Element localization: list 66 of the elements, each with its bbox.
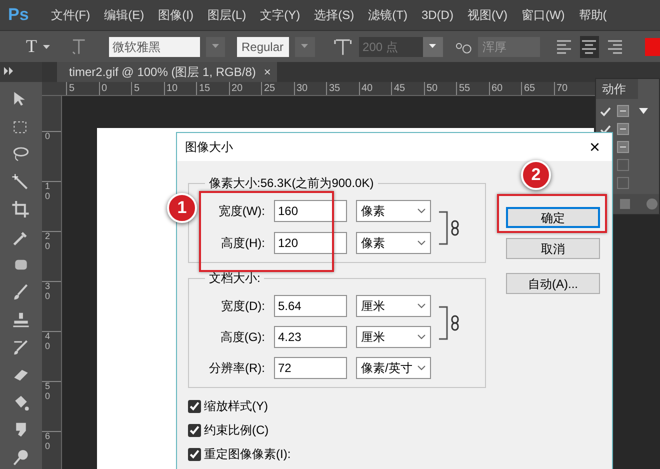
dialog-button[interactable]: 自动(A)... (506, 273, 600, 294)
font-style-field[interactable]: Regular (237, 36, 289, 56)
ruler-label: 40 (358, 82, 391, 95)
ruler-label: 0 (98, 82, 131, 95)
menu-item[interactable]: 3D(D) (421, 6, 454, 24)
ruler-label: 15 (196, 82, 228, 95)
ruler-label: 10 (45, 182, 50, 202)
app-logo: Ps (8, 4, 29, 26)
field-label: 宽度(W): (217, 203, 265, 220)
menu-item[interactable]: 编辑(E) (104, 6, 144, 24)
ruler-label: 45 (391, 82, 424, 95)
ruler-label: 55 (456, 82, 488, 95)
font-family-field[interactable]: 微软雅黑 (108, 36, 200, 56)
checkbox-label: 约束比例(C) (204, 422, 269, 439)
menu-item[interactable]: 图像(I) (158, 6, 194, 24)
unit-dropdown[interactable]: 像素 (356, 232, 431, 254)
group-title: 像素大小:56.3K(之前为900.0K) (208, 176, 375, 190)
dialog-button[interactable]: 取消 (506, 238, 600, 259)
number-field[interactable]: 5.64 (274, 295, 347, 317)
menu-item[interactable]: 图层(L) (207, 6, 246, 24)
ruler-label: 60 (45, 432, 50, 452)
menu-item[interactable]: 窗口(W) (521, 6, 565, 24)
checkbox-label: 缩放样式(Y) (204, 398, 268, 415)
number-field[interactable]: 160 (274, 200, 347, 222)
dialog-button[interactable]: 确定 (506, 207, 600, 228)
ruler-label: 30 (45, 282, 50, 302)
unit-dropdown[interactable]: 厘米 (356, 326, 431, 348)
ruler-label: 35 (326, 82, 358, 95)
ruler-label: 0 (45, 132, 50, 142)
text-tool-icon[interactable]: T (26, 33, 37, 60)
number-field[interactable]: 72 (274, 357, 347, 379)
field-label: 宽度(D): (220, 298, 265, 315)
number-field[interactable]: 4.23 (274, 326, 347, 348)
checkbox-label: 重定图像像素(I): (204, 446, 291, 463)
ruler-label: 50 (45, 382, 50, 402)
field-label: 高度(H): (220, 235, 265, 252)
unit-dropdown[interactable]: 厘米 (356, 295, 431, 317)
menu-item[interactable]: 选择(S) (314, 6, 354, 24)
close-tab-button[interactable]: × (264, 63, 271, 81)
dialog-title: 图像大小 (185, 139, 233, 156)
group-title: 文档大小: (208, 271, 262, 285)
menu-item[interactable]: 帮助( (578, 6, 607, 24)
menu-item[interactable]: 视图(V) (467, 6, 508, 24)
ruler-label: 50 (424, 82, 456, 95)
ruler-label: 65 (521, 82, 554, 95)
ruler-label: 20 (45, 232, 50, 252)
ruler-label: 5 (66, 82, 98, 95)
field-label: 分辨率(R): (208, 360, 265, 377)
ruler-label: 40 (45, 332, 50, 352)
ruler-label: 60 (488, 82, 521, 95)
ruler-label: 30 (294, 82, 326, 95)
ruler-label: 5 (131, 82, 164, 95)
document-tab[interactable]: timer2.gif @ 100% (图层 1, RGB/8) (69, 63, 256, 81)
ruler-label: 70 (554, 82, 586, 95)
menu-item[interactable]: 文字(Y) (260, 6, 300, 24)
ruler-label: 20 (228, 82, 261, 95)
number-field[interactable]: 120 (274, 232, 347, 254)
menu-item[interactable]: 滤镜(T) (368, 6, 408, 24)
panel-tab[interactable]: 动作 (596, 79, 638, 99)
close-button[interactable]: × (585, 138, 604, 156)
unit-dropdown[interactable]: 像素 (356, 200, 431, 222)
field-label: 高度(G): (219, 329, 265, 346)
unit-dropdown[interactable]: 像素/英寸 (356, 357, 431, 379)
ruler-label: 25 (261, 82, 294, 95)
ruler-label: 10 (164, 82, 196, 95)
menu-item[interactable]: 文件(F) (50, 6, 90, 24)
